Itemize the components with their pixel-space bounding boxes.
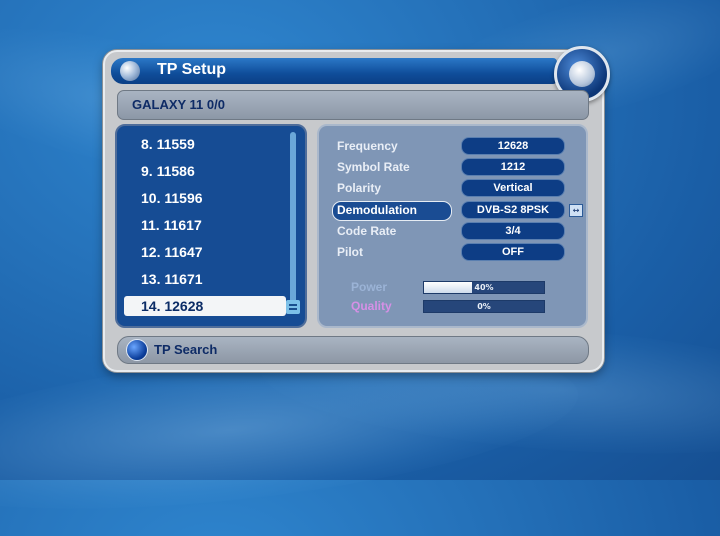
list-item-selected[interactable]: 14. 12628 <box>124 296 286 316</box>
globe-icon <box>120 61 140 81</box>
frequency-label: Frequency <box>337 139 398 153</box>
quality-label: Quality <box>351 299 392 313</box>
blue-button-icon <box>126 339 148 361</box>
list-item[interactable]: 12. 11647 <box>133 242 281 262</box>
symbol-rate-row[interactable]: Symbol Rate 1212 <box>327 158 577 176</box>
pilot-value[interactable]: OFF <box>461 243 565 261</box>
scroll-thumb[interactable] <box>286 300 300 314</box>
demodulation-value[interactable]: DVB-S2 8PSK <box>461 201 565 219</box>
transponder-list[interactable]: 8. 11559 9. 11586 10. 11596 11. 11617 12… <box>115 124 307 328</box>
pilot-row[interactable]: Pilot OFF <box>327 243 577 261</box>
list-item[interactable]: 9. 11586 <box>133 161 281 181</box>
globe-icon <box>569 61 595 87</box>
frequency-row[interactable]: Frequency 12628 <box>327 137 577 155</box>
polarity-row[interactable]: Polarity Vertical <box>327 179 577 197</box>
quality-meter: 0% <box>423 300 545 313</box>
tp-search-label: TP Search <box>154 342 218 357</box>
tp-search-bar[interactable]: TP Search <box>117 336 589 364</box>
polarity-value[interactable]: Vertical <box>461 179 565 197</box>
code-rate-label: Code Rate <box>337 224 397 238</box>
symbol-rate-value[interactable]: 1212 <box>461 158 565 176</box>
list-item[interactable]: 10. 11596 <box>133 188 281 208</box>
dialog-title: TP Setup <box>157 61 227 78</box>
symbol-rate-label: Symbol Rate <box>337 160 410 174</box>
polarity-label: Polarity <box>337 181 382 195</box>
demodulation-row[interactable]: Demodulation DVB-S2 8PSK ↔ <box>327 201 583 221</box>
power-label: Power <box>351 280 388 294</box>
power-value: 40% <box>474 283 494 292</box>
code-rate-row[interactable]: Code Rate 3/4 <box>327 222 577 240</box>
tp-setup-dialog: TP Setup GALAXY 11 0/0 8. 11559 9. 11586… <box>103 46 610 372</box>
list-item[interactable]: 13. 11671 <box>133 269 281 289</box>
left-right-arrow-icon[interactable]: ↔ <box>569 204 583 217</box>
satellite-name: GALAXY 11 0/0 <box>132 97 225 112</box>
demodulation-label: Demodulation <box>337 203 417 217</box>
scrollbar[interactable] <box>290 132 296 310</box>
title-bar: TP Setup <box>111 58 557 84</box>
list-item[interactable]: 8. 11559 <box>133 134 281 154</box>
quality-value: 0% <box>477 302 491 311</box>
frequency-value[interactable]: 12628 <box>461 137 565 155</box>
satellite-header: GALAXY 11 0/0 <box>117 90 589 120</box>
code-rate-value[interactable]: 3/4 <box>461 222 565 240</box>
pilot-label: Pilot <box>337 245 363 259</box>
transponder-settings: Frequency 12628 Symbol Rate 1212 Polarit… <box>317 124 588 328</box>
list-item[interactable]: 11. 11617 <box>133 215 281 235</box>
power-meter: 40% <box>423 281 545 294</box>
